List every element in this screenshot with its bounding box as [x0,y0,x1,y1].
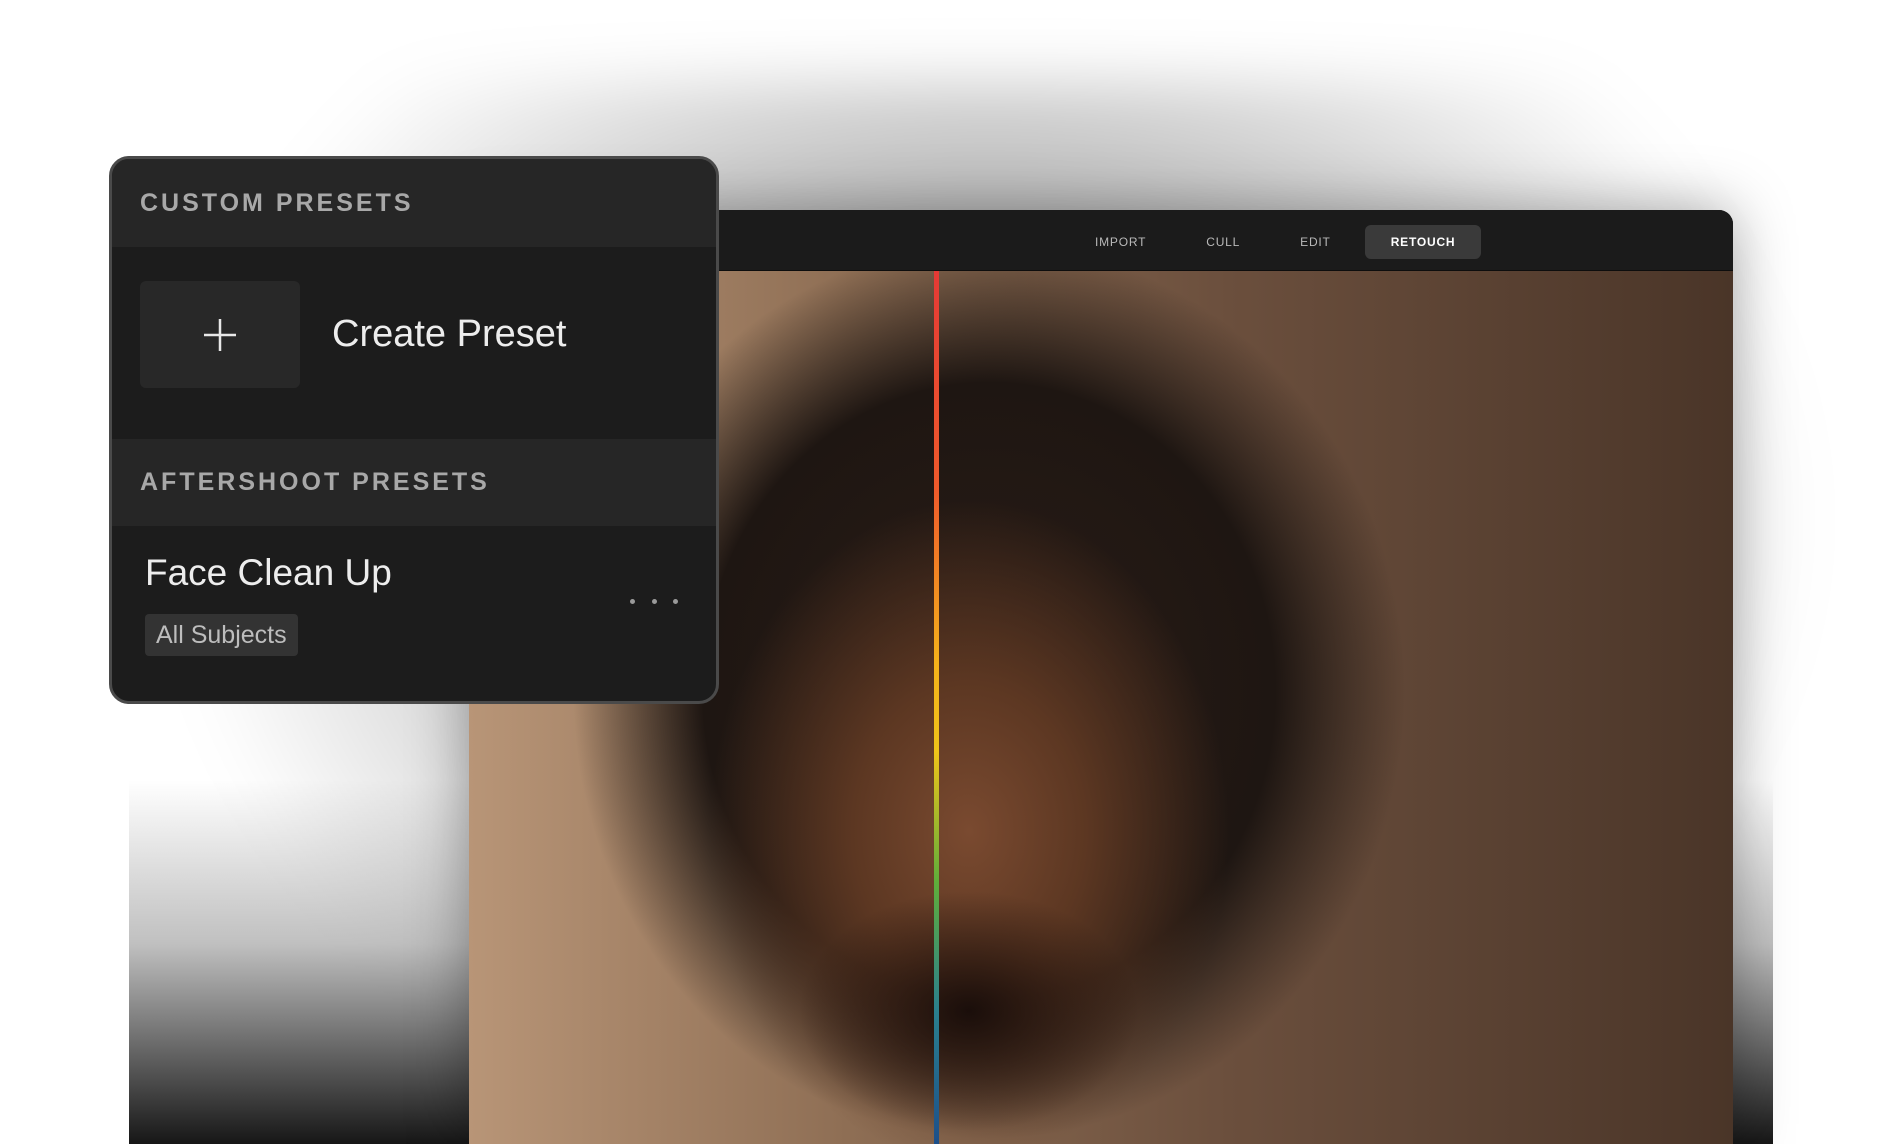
dot [673,598,678,604]
create-preset-label: Create Preset [332,313,567,355]
preset-tag: All Subjects [145,614,298,656]
more-horizontal-icon[interactable] [630,586,678,616]
tab-import[interactable]: IMPORT [1069,225,1172,259]
preset-item-face-clean-up[interactable]: Face Clean Up All Subjects [112,526,716,701]
custom-presets-title: CUSTOM PRESETS [140,188,414,217]
create-preset-button[interactable]: Create Preset [140,281,566,388]
dot [630,598,635,604]
dot [651,598,657,604]
tab-cull[interactable]: CULL [1180,225,1266,259]
mode-tabs: IMPORT CULL EDIT RETOUCH [1069,225,1489,259]
plus-icon-box[interactable] [140,281,300,388]
presets-panel: CUSTOM PRESETS Create Preset AFTERSHOOT … [109,156,719,704]
aftershoot-presets-title: AFTERSHOOT PRESETS [140,468,490,496]
custom-presets-header: CUSTOM PRESETS [112,159,716,247]
before-after-split-handle[interactable] [934,271,939,1144]
stage: IMPORT CULL EDIT RETOUCH CUSTOM PRESETS … [0,0,1896,1144]
aftershoot-presets-header: AFTERSHOOT PRESETS [112,439,716,526]
tab-retouch[interactable]: RETOUCH [1364,225,1482,259]
preset-name: Face Clean Up [145,552,392,593]
tab-edit[interactable]: EDIT [1274,225,1357,259]
plus-icon [204,318,236,351]
